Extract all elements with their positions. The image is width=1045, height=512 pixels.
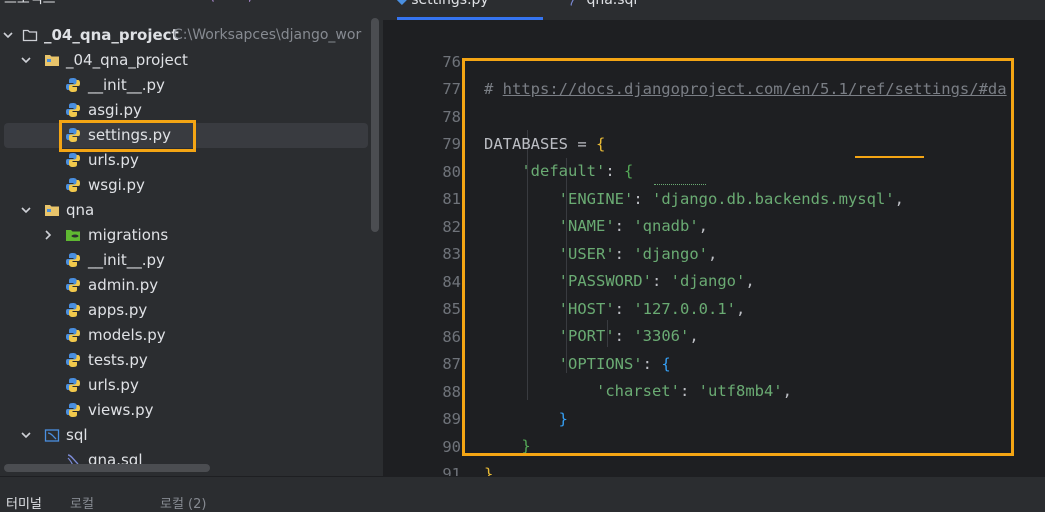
tree-item-label: admin.py [88,276,159,294]
tree-item-models[interactable]: models.py [0,323,383,348]
tree-vertical-scrollbar[interactable] [371,18,379,232]
tree-item-label: views.py [88,401,154,419]
python-file-icon [65,352,81,368]
code-line[interactable]: 92 [383,462,1045,476]
terminal-tab-local-2[interactable]: 로컬 (2) [160,493,206,512]
tree-item-urls[interactable]: urls.py [0,373,383,398]
folder-outline-icon [22,27,38,43]
tree-item-admin[interactable]: admin.py [0,273,383,298]
tab-settings[interactable]: ⬥ settings.py [397,0,543,20]
tree-root-label: _04_qna_project [44,26,179,44]
mysql-underline [855,156,924,158]
tree-item-label: urls.py [88,376,139,394]
tree-item-label: __init__.py [88,76,165,94]
tree-item-label: models.py [88,326,166,344]
tree-horizontal-scrollbar[interactable] [4,464,210,472]
tab-label: settings.py [411,0,489,8]
settings-highlight-box [59,120,196,152]
tree-item-label: wsgi.py [88,176,145,194]
project-header: 프로젝트 ⟨ ⟩ [0,0,383,8]
python-file-icon [65,177,81,193]
project-header-title: 프로젝트 [4,0,56,8]
tree-item-label: __init__.py [88,251,165,269]
tree-item-views[interactable]: views.py [0,398,383,423]
chevron-down-icon[interactable] [20,429,32,441]
tree-item-label: apps.py [88,301,148,319]
python-file-icon [65,402,81,418]
sql-file-icon: 〳 [568,0,582,8]
folder-icon [44,52,60,68]
expand-icon[interactable]: ⟩ [248,0,253,3]
python-file-icon [65,302,81,318]
sql-folder-icon [44,427,60,443]
tree-item-tests[interactable]: tests.py [0,348,383,373]
typo-squiggle [654,181,706,185]
python-file-icon [65,377,81,393]
chevron-down-icon[interactable] [20,204,32,216]
tree-item-init[interactable]: __init__.py [0,73,383,98]
python-file-icon [65,152,81,168]
tree-item-migrations[interactable]: migrations [0,223,383,248]
python-file-icon [65,102,81,118]
tree-item-init[interactable]: __init__.py [0,248,383,273]
project-tool-window: 프로젝트 ⟨ ⟩ _04_qna_project C:\Worksapces\d… [0,0,383,476]
terminal-tab-local[interactable]: 로컬 [70,493,94,512]
folder-icon [44,202,60,218]
databases-highlight-box [462,58,1014,456]
tree-item-qna-folder[interactable]: qna [0,198,383,223]
python-file-icon [65,252,81,268]
tree-item-label: qna [66,201,95,219]
chevron-down-icon[interactable] [20,54,32,66]
tree-item-sql-folder[interactable]: sql [0,423,383,448]
python-file-icon: ⬥ [397,0,407,8]
tree-item-apps[interactable]: apps.py [0,298,383,323]
tab-qna-sql[interactable]: 〳 qna.sql [568,0,637,20]
tree-root-row[interactable]: _04_qna_project C:\Worksapces\django_wor [0,23,383,48]
tab-label: qna.sql [586,0,638,8]
terminal-tab-bar: 터미널 로컬 로컬 (2) [0,476,1045,512]
tree-item-label: tests.py [88,351,148,369]
python-file-icon [65,327,81,343]
tree-item-label: _04_qna_project [66,51,188,69]
tree-item-project-folder[interactable]: _04_qna_project [0,48,383,73]
editor-tab-strip: ⬥ settings.py 〳 qna.sql [383,0,1045,20]
collapse-icon[interactable]: ⟨ [210,0,215,3]
code-line[interactable]: 76 # https://docs.djangoproject.com/en/5… [383,22,1045,98]
python-file-icon [65,277,81,293]
tree-item-wsgi[interactable]: wsgi.py [0,173,383,198]
python-file-icon [65,77,81,93]
chevron-right-icon[interactable] [42,229,54,241]
tree-item-label: sql [66,426,88,444]
migrations-folder-icon [65,227,81,243]
terminal-title[interactable]: 터미널 [6,493,42,512]
tree-item-label: migrations [88,226,169,244]
tree-root-path: C:\Worksapces\django_wor [173,27,362,43]
chevron-down-icon[interactable] [2,29,14,41]
